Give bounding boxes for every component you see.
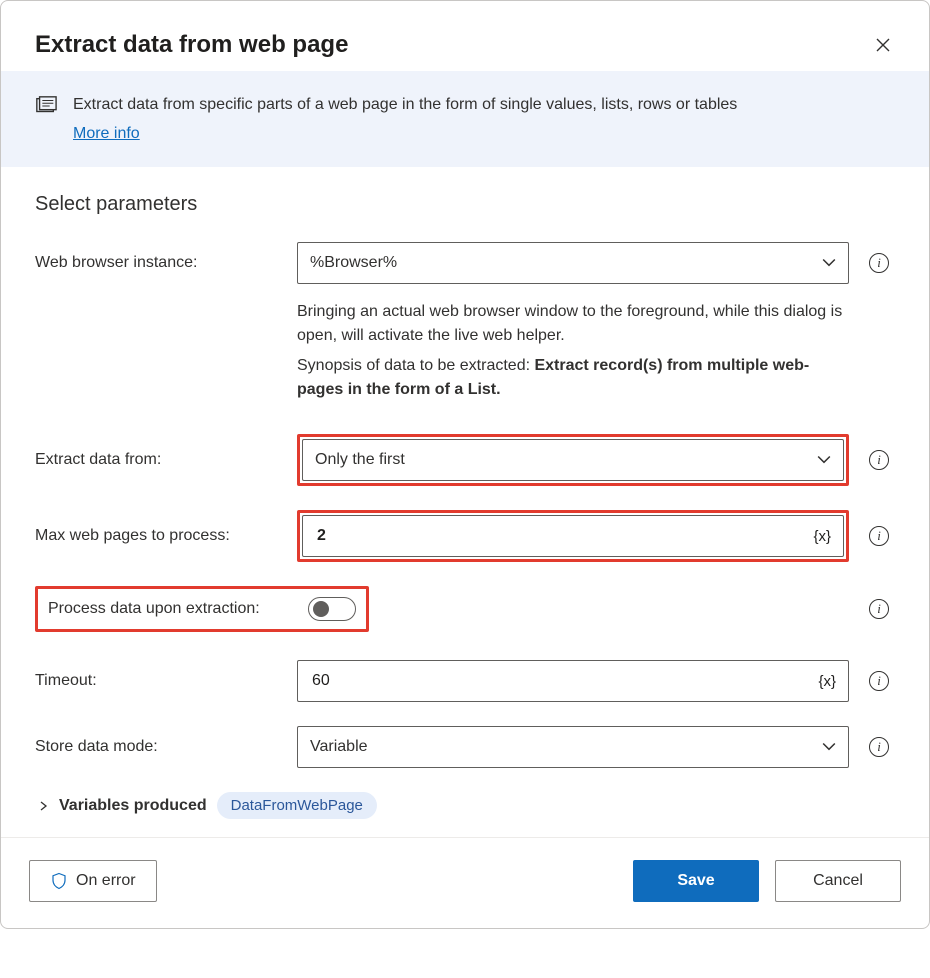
info-icon-timeout[interactable] <box>869 671 889 691</box>
info-icon-extract-from[interactable] <box>869 450 889 470</box>
extract-data-dialog: Extract data from web page Extract data … <box>0 0 930 929</box>
description-text-block: Extract data from specific parts of a we… <box>73 93 737 145</box>
cancel-button[interactable]: Cancel <box>775 860 901 902</box>
row-store-mode: Store data mode: Variable <box>35 726 895 768</box>
dialog-body: Select parameters Web browser instance: … <box>1 167 929 837</box>
helper-browser-text: Bringing an actual web browser window to… <box>297 300 849 348</box>
input-max-pages-wrapper[interactable]: {x} <box>302 515 844 557</box>
shield-icon <box>50 872 68 890</box>
save-button[interactable]: Save <box>633 860 759 902</box>
highlight-max-pages: {x} <box>297 510 849 562</box>
input-max-pages[interactable] <box>315 526 813 546</box>
web-data-icon <box>35 93 57 145</box>
label-timeout: Timeout: <box>35 672 285 690</box>
label-extract-from: Extract data from: <box>35 451 285 469</box>
select-browser-instance-value: %Browser% <box>310 254 397 272</box>
row-browser-instance: Web browser instance: %Browser% <box>35 242 895 284</box>
toggle-knob <box>313 601 329 617</box>
label-process-data: Process data upon extraction: <box>48 600 284 618</box>
on-error-button[interactable]: On error <box>29 860 157 902</box>
chevron-right-icon <box>39 801 49 811</box>
close-icon <box>875 37 891 53</box>
label-max-pages: Max web pages to process: <box>35 527 285 545</box>
description-text: Extract data from specific parts of a we… <box>73 96 737 113</box>
toggle-process-data[interactable] <box>308 597 356 621</box>
helper-synopsis: Synopsis of data to be extracted: Extrac… <box>297 354 849 402</box>
info-icon-max-pages[interactable] <box>869 526 889 546</box>
row-extract-from: Extract data from: Only the first <box>35 434 895 486</box>
variable-token-icon[interactable]: {x} <box>813 528 831 545</box>
variable-chip[interactable]: DataFromWebPage <box>217 792 377 819</box>
select-extract-from[interactable]: Only the first <box>302 439 844 481</box>
row-variables-produced[interactable]: Variables produced DataFromWebPage <box>35 792 895 819</box>
chevron-down-icon <box>822 256 836 270</box>
save-label: Save <box>677 872 714 890</box>
section-title: Select parameters <box>35 193 895 216</box>
variable-token-icon[interactable]: {x} <box>818 673 836 690</box>
info-icon-process-data[interactable] <box>869 599 889 619</box>
variables-produced-label: Variables produced <box>59 797 207 815</box>
on-error-label: On error <box>76 872 136 890</box>
row-process-data: Process data upon extraction: <box>35 586 895 632</box>
synopsis-prefix: Synopsis of data to be extracted: <box>297 357 534 374</box>
dialog-header: Extract data from web page <box>1 1 929 71</box>
dialog-title: Extract data from web page <box>35 31 348 59</box>
row-max-pages: Max web pages to process: {x} <box>35 510 895 562</box>
cancel-label: Cancel <box>813 872 863 890</box>
close-button[interactable] <box>871 33 895 57</box>
select-store-mode[interactable]: Variable <box>297 726 849 768</box>
label-store-mode: Store data mode: <box>35 738 285 756</box>
input-timeout[interactable] <box>310 671 818 691</box>
chevron-down-icon <box>822 740 836 754</box>
info-icon-browser[interactable] <box>869 253 889 273</box>
dialog-footer: On error Save Cancel <box>1 837 929 928</box>
row-timeout: Timeout: {x} <box>35 660 895 702</box>
more-info-link[interactable]: More info <box>73 122 140 145</box>
description-band: Extract data from specific parts of a we… <box>1 71 929 167</box>
label-browser-instance: Web browser instance: <box>35 254 285 272</box>
highlight-extract-from: Only the first <box>297 434 849 486</box>
select-browser-instance[interactable]: %Browser% <box>297 242 849 284</box>
select-extract-from-value: Only the first <box>315 451 405 469</box>
input-timeout-wrapper[interactable]: {x} <box>297 660 849 702</box>
info-icon-store-mode[interactable] <box>869 737 889 757</box>
chevron-down-icon <box>817 453 831 467</box>
footer-right-group: Save Cancel <box>633 860 901 902</box>
highlight-process-data: Process data upon extraction: <box>35 586 369 632</box>
select-store-mode-value: Variable <box>310 738 368 756</box>
